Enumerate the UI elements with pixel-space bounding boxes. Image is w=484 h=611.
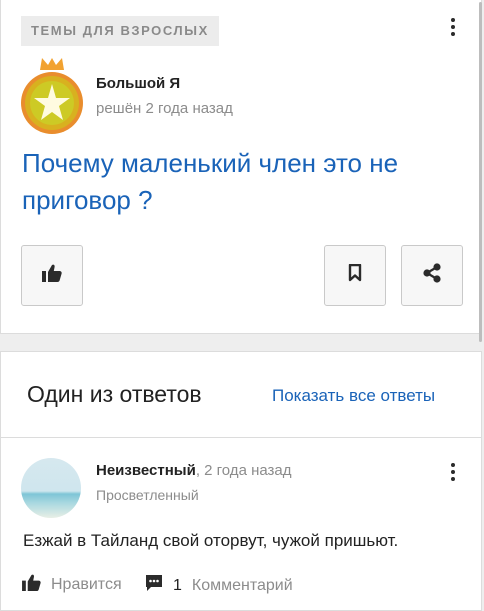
question-more-menu-icon[interactable]: [445, 15, 461, 39]
question-title[interactable]: Почему маленький член это не приговор ?: [22, 145, 467, 219]
answer-like-button[interactable]: Нравится: [22, 574, 122, 596]
comment-label: Комментарий: [191, 576, 293, 594]
answer-time: , 2 года назад: [195, 462, 292, 479]
answers-heading: Один из ответов: [27, 381, 202, 407]
divider: [0, 437, 482, 438]
answer-comments-button[interactable]: 1 Комментарий: [145, 574, 293, 597]
answer-author-line: Неизвестный, 2 года назад: [96, 462, 292, 479]
comment-icon: [145, 574, 163, 597]
answer-like-label: Нравится: [51, 576, 122, 593]
bookmark-button[interactable]: [324, 245, 386, 306]
share-button[interactable]: [401, 245, 463, 306]
thumbs-up-icon: [22, 574, 41, 596]
show-all-answers-link[interactable]: Показать все ответы: [272, 386, 435, 406]
scrollbar[interactable]: [479, 2, 482, 342]
author-avatar[interactable]: [18, 58, 86, 136]
bookmark-icon: [348, 263, 362, 287]
question-status: решён 2 года назад: [96, 100, 233, 117]
like-button[interactable]: [21, 245, 83, 306]
answer-more-menu-icon[interactable]: [445, 460, 461, 484]
answer-text: Езжай в Тайланд свой оторвут, чужой приш…: [23, 531, 399, 550]
answer-author-rank: Просветленный: [96, 487, 199, 503]
answer-author-name[interactable]: Неизвестный: [96, 462, 196, 479]
comment-count: 1: [173, 576, 182, 594]
topic-badge[interactable]: ТЕМЫ ДЛЯ ВЗРОСЛЫХ: [21, 16, 219, 46]
share-icon: [422, 263, 442, 288]
thumbs-up-icon: [42, 264, 62, 287]
answer-avatar[interactable]: [21, 458, 81, 518]
author-name[interactable]: Большой Я: [96, 75, 180, 92]
